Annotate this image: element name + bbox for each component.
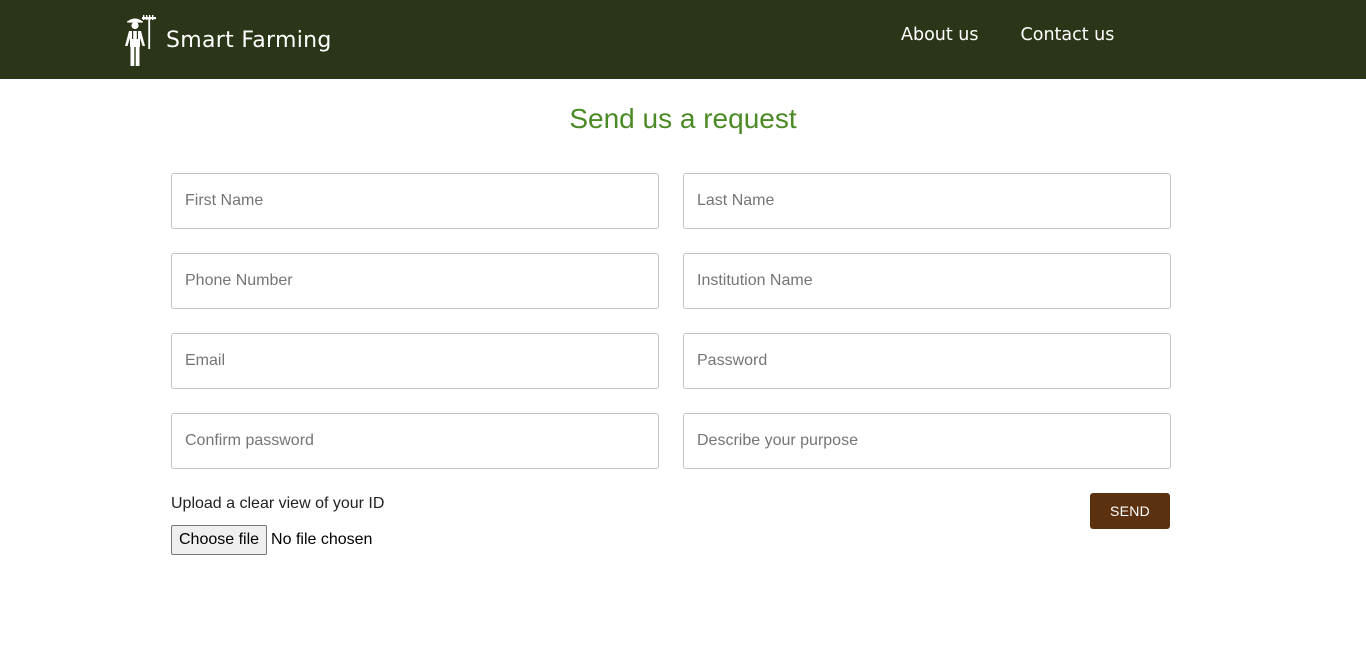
first-name-field[interactable] <box>171 173 659 229</box>
page-title: Send us a request <box>569 103 797 134</box>
file-input: Choose file No file chosen <box>171 525 372 555</box>
phone-number-field[interactable] <box>171 253 659 309</box>
farmer-icon <box>125 15 156 66</box>
upload-id-label: Upload a clear view of your ID <box>171 495 385 512</box>
brand-link[interactable]: Smart Farming <box>124 14 332 68</box>
choose-file-button[interactable]: Choose file <box>171 525 268 555</box>
password-field[interactable] <box>683 333 1171 389</box>
nav-about-us[interactable]: About us <box>901 25 979 45</box>
institution-name-field[interactable] <box>683 253 1171 309</box>
file-status: No file chosen <box>271 531 373 548</box>
confirm-password-field[interactable] <box>171 413 659 469</box>
send-button[interactable]: SEND <box>1090 493 1170 529</box>
nav-links: About us Contact us <box>901 25 1114 45</box>
nav-contact-us[interactable]: Contact us <box>1021 25 1115 45</box>
purpose-field[interactable] <box>683 413 1171 469</box>
top-navbar: Smart Farming About us Contact us <box>0 0 1366 79</box>
email-field[interactable] <box>171 333 659 389</box>
brand-name: Smart Farming <box>166 27 332 53</box>
last-name-field[interactable] <box>683 173 1171 229</box>
